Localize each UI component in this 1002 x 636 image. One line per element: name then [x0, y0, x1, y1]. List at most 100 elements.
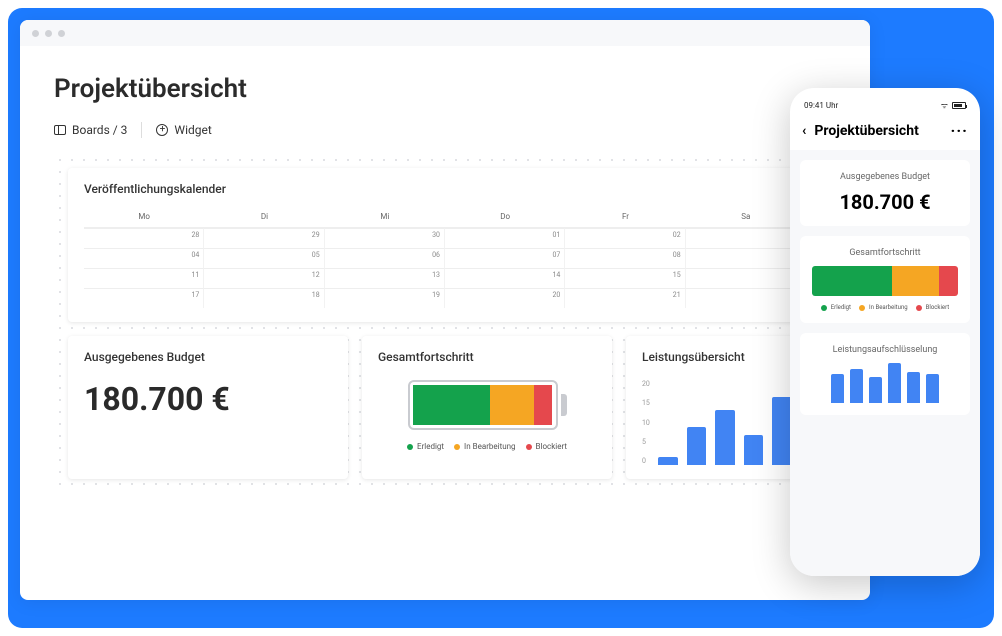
bar: [831, 374, 844, 403]
page-title: Projektübersicht: [54, 74, 836, 104]
more-icon[interactable]: ···: [951, 121, 968, 140]
legend-dot-icon: [859, 305, 865, 311]
cal-cell[interactable]: 17: [84, 288, 204, 308]
bar: [772, 397, 792, 465]
battery-icon: [952, 102, 966, 109]
ytick: 20: [642, 380, 650, 388]
mobile-barchart: [812, 363, 958, 403]
cal-cell[interactable]: 22: [686, 288, 806, 308]
mobile-header: ‹ Projektübersicht ···: [790, 111, 980, 150]
cal-cell[interactable]: 13: [325, 268, 445, 288]
toolbar: Boards / 3 + Widget: [54, 122, 836, 138]
plus-icon: +: [156, 124, 168, 136]
cal-cell[interactable]: 28: [84, 228, 204, 248]
segment-inprogress: [892, 266, 939, 296]
cal-day-header: Di: [204, 206, 324, 228]
ytick: 10: [642, 419, 650, 427]
ytick: 5: [642, 438, 650, 446]
progress-legend: Erledigt In Bearbeitung Blockiert: [378, 442, 596, 451]
y-axis: 20 15 10 5 0: [642, 380, 650, 465]
widget-label: Widget: [174, 123, 211, 137]
cal-cell[interactable]: 01: [445, 228, 565, 248]
mobile-breakdown-card: Leistungsaufschlüsselung: [800, 333, 970, 415]
bar: [658, 457, 678, 466]
cal-cell[interactable]: 04: [84, 248, 204, 268]
mobile-budget-value: 180.700 €: [812, 190, 958, 214]
mobile-legend: Erledigt In Bearbeitung Blockiert: [812, 304, 958, 311]
mobile-progress-title: Gesamtfortschritt: [812, 248, 958, 258]
cal-cell[interactable]: 21: [565, 288, 685, 308]
cal-cell[interactable]: 08: [565, 248, 685, 268]
mobile-budget-title: Ausgegebenes Budget: [812, 172, 958, 182]
segment-blocked: [939, 266, 958, 296]
budget-value: 180.700 €: [84, 380, 332, 418]
ytick: 0: [642, 457, 650, 465]
calendar-title: Veröffentlichungskalender: [84, 182, 806, 196]
cal-cell[interactable]: 02: [565, 228, 685, 248]
mobile-title: Projektübersicht: [814, 123, 942, 139]
bar: [888, 363, 901, 403]
legend-blocked: Blockiert: [926, 304, 950, 311]
divider: [141, 122, 142, 138]
cal-cell[interactable]: 05: [204, 248, 324, 268]
legend-done: Erledigt: [831, 304, 851, 311]
boards-label: Boards / 3: [72, 123, 127, 137]
bar: [744, 435, 764, 465]
bar: [715, 410, 735, 465]
mobile-progress-card: Gesamtfortschritt Erledigt In Bearbeitun…: [800, 236, 970, 323]
battery-tip-icon: [561, 394, 567, 416]
cal-cell[interactable]: 07: [445, 248, 565, 268]
wifi-icon: ᯤ: [941, 100, 948, 111]
mobile-statusbar: 09:41 Uhr ᯤ: [790, 100, 980, 111]
cal-cell[interactable]: 16: [686, 268, 806, 288]
mobile-preview: 09:41 Uhr ᯤ ‹ Projektübersicht ··· Ausge…: [790, 88, 980, 576]
window-dot-icon: [45, 30, 52, 37]
cal-cell[interactable]: 20: [445, 288, 565, 308]
browser-window: Projektübersicht Boards / 3 + Widget Ver…: [20, 20, 870, 600]
cal-cell[interactable]: 11: [84, 268, 204, 288]
cal-cell[interactable]: 03: [686, 228, 806, 248]
cal-cell[interactable]: 09: [686, 248, 806, 268]
legend-blocked: Blockiert: [536, 442, 567, 451]
legend-inprogress: In Bearbeitung: [869, 304, 908, 311]
cal-day-header: Fr: [565, 206, 685, 228]
window-titlebar: [20, 20, 870, 46]
cal-cell[interactable]: 06: [325, 248, 445, 268]
cal-cell[interactable]: 14: [445, 268, 565, 288]
segment-done: [413, 385, 490, 425]
progress-card: Gesamtfortschritt Erledigt In Bearbei: [362, 336, 612, 479]
back-icon[interactable]: ‹: [802, 123, 806, 139]
cal-cell[interactable]: 12: [204, 268, 324, 288]
cal-cell[interactable]: 29: [204, 228, 324, 248]
cal-cell[interactable]: 30: [325, 228, 445, 248]
legend-dot-icon: [454, 444, 460, 450]
segment-blocked: [534, 385, 552, 425]
progress-title: Gesamtfortschritt: [378, 350, 596, 364]
mobile-battery-chart: [812, 266, 958, 296]
bar: [926, 374, 939, 403]
cal-day-header: Sa: [686, 206, 806, 228]
calendar-card: Veröffentlichungskalender Mo Di Mi Do Fr…: [68, 168, 822, 322]
bar: [869, 377, 882, 403]
cal-cell[interactable]: 18: [204, 288, 324, 308]
legend-dot-icon: [916, 305, 922, 311]
cal-day-header: Mo: [84, 206, 204, 228]
battery-chart: [402, 380, 572, 430]
mobile-time: 09:41 Uhr: [804, 101, 838, 110]
legend-dot-icon: [821, 305, 827, 311]
mobile-breakdown-title: Leistungsaufschlüsselung: [812, 345, 958, 355]
cal-day-header: Do: [445, 206, 565, 228]
bar: [907, 372, 920, 403]
legend-inprogress: In Bearbeitung: [464, 442, 515, 451]
budget-card: Ausgegebenes Budget 180.700 €: [68, 336, 348, 479]
add-widget-button[interactable]: + Widget: [156, 123, 211, 137]
bar: [850, 369, 863, 403]
cal-cell[interactable]: 15: [565, 268, 685, 288]
window-dot-icon: [58, 30, 65, 37]
bar: [687, 427, 707, 465]
cal-cell[interactable]: 19: [325, 288, 445, 308]
boards-button[interactable]: Boards / 3: [54, 123, 127, 137]
cal-day-header: Mi: [325, 206, 445, 228]
boards-icon: [54, 125, 66, 135]
ytick: 15: [642, 399, 650, 407]
